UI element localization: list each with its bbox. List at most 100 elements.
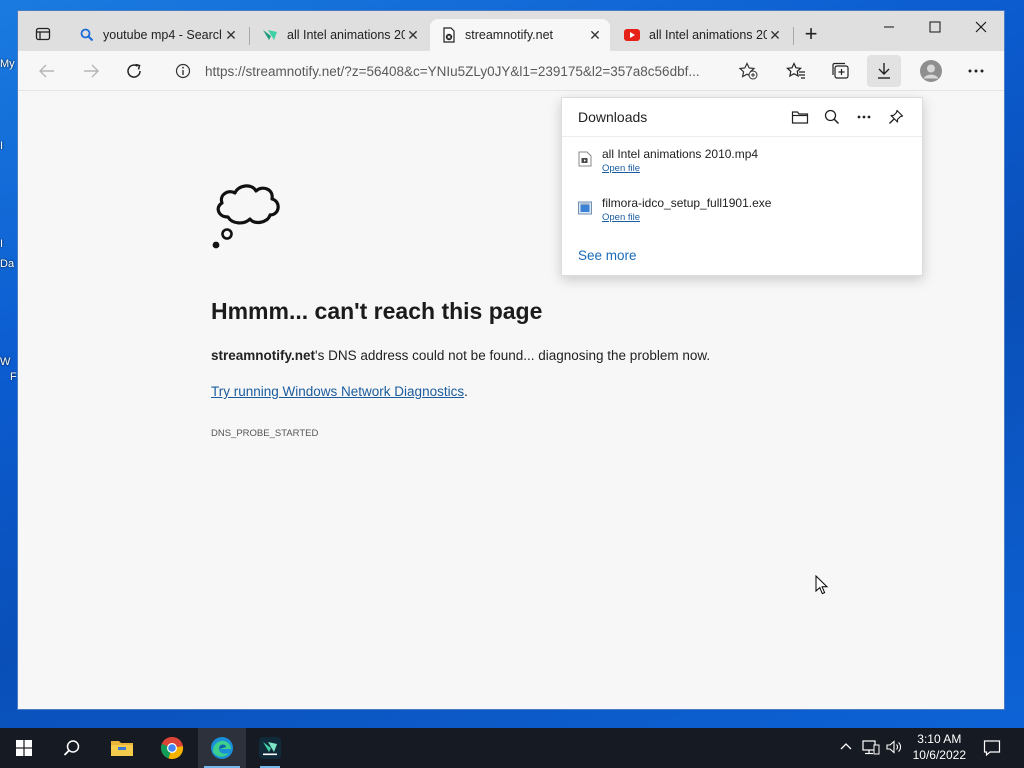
error-message: streamnotify.net's DNS address could not… — [211, 348, 710, 363]
add-favorite-icon[interactable] — [738, 62, 758, 80]
refresh-icon — [127, 63, 141, 78]
taskbar: 3:10 AM 10/6/2022 — [0, 728, 1024, 768]
info-icon[interactable] — [175, 63, 191, 79]
tab-search[interactable]: youtube mp4 - Search ✕ — [68, 19, 246, 51]
search-icon — [80, 28, 94, 42]
installer-file-icon — [578, 201, 592, 215]
volume-icon[interactable] — [886, 739, 904, 755]
see-more-link[interactable]: See more — [578, 248, 637, 263]
browser-window: youtube mp4 - Search ✕ all Intel animati… — [17, 10, 1005, 710]
filmora-icon — [263, 30, 277, 40]
pin-icon — [889, 109, 904, 124]
back-button[interactable] — [32, 57, 62, 85]
clock-time: 3:10 AM — [917, 732, 962, 746]
tab-bar: youtube mp4 - Search ✕ all Intel animati… — [18, 11, 1004, 51]
mouse-cursor-icon — [815, 575, 829, 595]
tab-title: all Intel animations 2010 — [649, 28, 767, 42]
clock-date: 10/6/2022 — [912, 748, 966, 762]
network-diagnostics-link[interactable]: Try running Windows Network Diagnostics — [211, 384, 464, 399]
avatar — [920, 60, 942, 82]
search-icon — [824, 109, 840, 125]
refresh-button[interactable] — [119, 57, 149, 85]
desktop-icon-label[interactable]: I — [0, 238, 18, 250]
close-tab-icon[interactable]: ✕ — [768, 27, 782, 43]
tab-streamnotify[interactable]: streamnotify.net ✕ — [430, 19, 610, 51]
downloads-title: Downloads — [578, 109, 648, 125]
open-file-link[interactable]: Open file — [602, 163, 640, 174]
thought-cloud-icon — [212, 184, 280, 249]
tab-youtube[interactable]: all Intel animations 2010 ✕ — [612, 19, 790, 51]
notifications-icon[interactable] — [983, 739, 1001, 757]
download-filename: filmora-idco_setup_full1901.exe — [602, 196, 772, 210]
close-window-button[interactable] — [958, 11, 1004, 43]
favorites-button[interactable] — [781, 57, 811, 85]
forward-button[interactable] — [76, 57, 106, 85]
filmora-icon — [259, 737, 281, 759]
file-explorer-icon — [111, 741, 133, 756]
downloads-button[interactable] — [867, 55, 901, 87]
network-icon[interactable] — [862, 739, 880, 755]
pin-downloads-button[interactable] — [884, 106, 908, 128]
taskbar-search-button[interactable] — [48, 728, 96, 768]
clock[interactable]: 3:10 AM 10/6/2022 — [913, 731, 966, 763]
open-downloads-folder-button[interactable] — [788, 106, 812, 128]
forward-arrow-icon — [84, 64, 99, 78]
tab-actions-button[interactable] — [28, 20, 58, 48]
tab-actions-icon — [35, 27, 51, 41]
downloads-more-button[interactable] — [852, 106, 876, 128]
folder-icon — [791, 111, 809, 124]
error-heading: Hmmm... can't reach this page — [211, 298, 543, 324]
download-filename: all Intel animations 2010.mp4 — [602, 147, 759, 161]
tab-title: all Intel animations 2010 — [287, 28, 405, 42]
navigation-bar: https://streamnotify.net/?z=56408&c=YNIu… — [18, 51, 1004, 91]
show-hidden-icons-icon[interactable] — [840, 742, 852, 750]
maximize-button[interactable] — [912, 11, 958, 43]
error-code: DNS_PROBE_STARTED — [211, 428, 319, 439]
more-icon — [857, 115, 871, 119]
tab-intel-animations[interactable]: all Intel animations 2010 ✕ — [250, 19, 428, 51]
tab-title: streamnotify.net — [465, 28, 554, 42]
profile-button[interactable] — [916, 57, 946, 85]
search-downloads-button[interactable] — [820, 106, 844, 128]
error-domain: streamnotify.net — [211, 348, 316, 363]
new-tab-button[interactable]: + — [796, 20, 826, 48]
minimize-button[interactable] — [866, 11, 912, 43]
youtube-icon — [624, 29, 640, 41]
collections-icon — [832, 62, 849, 79]
download-icon — [878, 63, 890, 79]
page-error-icon — [443, 27, 455, 43]
address-bar[interactable]: https://streamnotify.net/?z=56408&c=YNIu… — [163, 56, 767, 86]
downloads-flyout: Downloads all Intel animations 2010.mp4 … — [561, 97, 923, 276]
diagnostics-line: Try running Windows Network Diagnostics. — [211, 384, 468, 399]
close-icon — [975, 21, 987, 33]
close-tab-icon[interactable]: ✕ — [406, 27, 420, 43]
close-tab-icon[interactable]: ✕ — [588, 27, 602, 43]
desktop-icon-label[interactable]: W — [0, 356, 18, 368]
favorites-icon — [786, 62, 805, 79]
start-button[interactable] — [0, 728, 48, 768]
file-explorer-button[interactable] — [98, 728, 146, 768]
search-icon — [63, 740, 80, 756]
download-item[interactable]: filmora-idco_setup_full1901.exe Open fil… — [562, 196, 922, 236]
tab-title: youtube mp4 - Search — [103, 28, 221, 42]
filmora-button[interactable] — [246, 728, 294, 768]
open-file-link[interactable]: Open file — [602, 212, 640, 223]
desktop-icon-label[interactable]: I — [0, 140, 18, 152]
divider — [562, 136, 922, 137]
chrome-icon — [161, 736, 184, 759]
settings-more-button[interactable] — [961, 57, 991, 85]
maximize-icon — [929, 21, 941, 33]
collections-button[interactable] — [826, 57, 856, 85]
download-item[interactable]: all Intel animations 2010.mp4 Open file — [562, 147, 922, 187]
start-icon — [16, 740, 32, 756]
edge-button[interactable] — [198, 728, 246, 768]
chrome-button[interactable] — [148, 728, 196, 768]
desktop-icon-label[interactable]: My — [0, 58, 18, 70]
tab-divider — [793, 27, 794, 45]
error-message-text: 's DNS address could not be found... dia… — [315, 348, 711, 363]
desktop-icon-label[interactable]: Da — [0, 258, 18, 270]
video-file-icon — [578, 151, 592, 167]
close-tab-icon[interactable]: ✕ — [224, 27, 238, 43]
more-icon — [968, 69, 984, 73]
address-url[interactable]: https://streamnotify.net/?z=56408&c=YNIu… — [205, 64, 725, 79]
